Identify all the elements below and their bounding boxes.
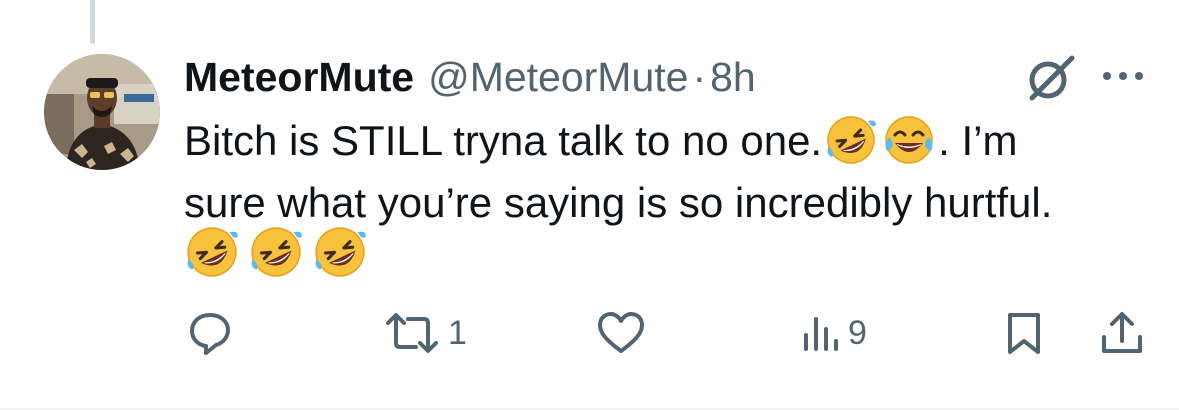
reply-icon [186, 309, 234, 357]
display-name[interactable]: MeteorMute [184, 54, 414, 101]
rolling-on-floor-laughing-emoji [184, 224, 240, 280]
face-with-tears-of-joy-emoji [882, 113, 936, 167]
tweet-text: Bitch is STILL tryna talk to no one. . I’… [184, 110, 1144, 234]
retweet-button[interactable]: 1 [384, 306, 467, 360]
bookmark-icon [1002, 309, 1046, 357]
rolling-on-floor-laughing-emoji [248, 224, 304, 280]
tweet-text-line-2: sure what you’re saying is so incredibly… [184, 179, 1053, 226]
like-button[interactable] [596, 306, 654, 360]
tweet-text-line-1: Bitch is STILL tryna talk to no one. [184, 117, 823, 164]
views-count: 9 [848, 313, 867, 352]
rolling-on-floor-laughing-emoji [312, 224, 368, 280]
bookmark-button[interactable] [1002, 306, 1046, 360]
heart-icon [596, 309, 646, 357]
separator-dot: · [692, 53, 707, 100]
action-bar: 1 9 [0, 300, 1179, 364]
retweet-icon [384, 309, 440, 357]
share-button[interactable] [1098, 306, 1146, 360]
trailing-emoji-row [184, 224, 368, 284]
timestamp[interactable]: 8h [710, 54, 756, 101]
grok-icon[interactable] [1022, 50, 1078, 106]
rolling-on-floor-laughing-emoji [824, 113, 878, 167]
reply-button[interactable] [186, 306, 242, 360]
avatar[interactable] [44, 54, 160, 170]
tweet[interactable]: MeteorMute @MeteorMute · 8h Bitch is STI… [0, 0, 1179, 410]
tweet-header: MeteorMute @MeteorMute · 8h [184, 52, 756, 102]
retweet-count: 1 [448, 313, 467, 352]
thread-connector-line [90, 0, 95, 44]
share-icon [1098, 309, 1146, 357]
views-bar-icon [800, 309, 840, 357]
views-button[interactable]: 9 [800, 306, 867, 360]
user-handle[interactable]: @MeteorMute [428, 54, 688, 101]
more-options-icon[interactable] [1098, 64, 1148, 88]
tweet-text-after-emojis: . I’m [938, 117, 1018, 164]
